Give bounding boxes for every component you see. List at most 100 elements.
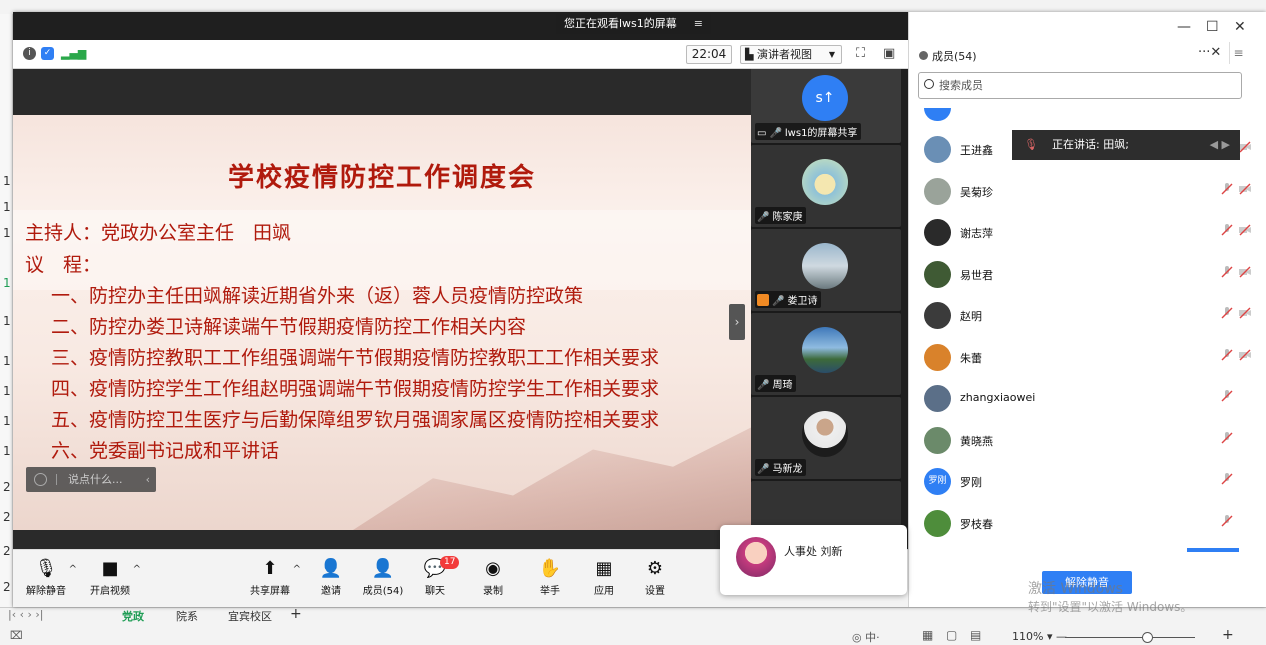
status-bar: ⌧ ◎ 中· ▦ ▢ ▤	[0, 627, 1266, 645]
sheet-tab[interactable]: 院系	[176, 608, 198, 624]
member-row[interactable]: 朱蕾	[924, 338, 1251, 376]
mic-icon: 🎤	[757, 464, 770, 475]
view-layout-icon[interactable]: ▢	[946, 628, 957, 642]
camera-off-icon[interactable]	[1238, 265, 1252, 279]
row-number: 1	[3, 314, 11, 328]
meeting-window: i ✓ ▂▄▆ 22:04 ▙ 演讲者视图 ▼ ⛶ ▣ 学校疫情防控工作调度会 …	[13, 12, 1266, 607]
video-tile[interactable]: 🎤 陈家庚	[751, 145, 901, 227]
video-tile[interactable]: s↑ ▭ 🎤 lws1的屏幕共享	[751, 69, 901, 143]
member-row[interactable]: 罗枝春	[924, 504, 1244, 542]
avatar	[924, 177, 951, 205]
chevron-left-icon[interactable]: ‹	[146, 467, 150, 492]
chevron-up-icon[interactable]: ^	[133, 564, 141, 575]
tile-name: 🎤 马新龙	[755, 459, 807, 476]
video-tile[interactable]: 🎤 周琦	[751, 313, 901, 395]
chevron-up-icon[interactable]: ^	[69, 564, 77, 575]
maximize-icon[interactable]: ☐	[1206, 19, 1219, 35]
zoom-level[interactable]: 110% ▾ —	[1012, 630, 1067, 643]
camera-off-icon[interactable]	[1238, 348, 1252, 362]
member-row[interactable]: 罗刚 罗刚	[924, 462, 1244, 500]
info-icon[interactable]: i	[23, 47, 36, 60]
menu-icon[interactable]: ≡	[694, 14, 703, 34]
panel-scroll-indicator[interactable]	[1187, 548, 1239, 552]
video-tiles: s↑ ▭ 🎤 lws1的屏幕共享 🎤 陈家庚 🎤 娄卫诗 🎤 周琦 🎤 马新龙	[751, 69, 901, 549]
chat-placeholder: 说点什么...	[68, 473, 123, 486]
raise-hand-button[interactable]: ✋ 举手	[525, 556, 575, 597]
add-sheet-icon[interactable]: +	[290, 606, 302, 622]
close-icon[interactable]: ✕	[1234, 19, 1246, 35]
chat-badge: 17	[440, 556, 460, 569]
mic-off-icon[interactable]	[1220, 348, 1234, 362]
share-area-top	[13, 69, 751, 115]
avatar	[802, 411, 848, 457]
view-pagebreak-icon[interactable]: ▤	[970, 628, 981, 642]
video-button[interactable]: ■ 开启视频 ^	[85, 556, 141, 597]
zoom-in-icon[interactable]: +	[1222, 627, 1234, 643]
settings-button[interactable]: ⚙ 设置	[630, 556, 680, 597]
input-method-icon[interactable]: ◎ 中·	[852, 629, 880, 645]
camera-off-icon[interactable]	[1238, 182, 1252, 196]
chevron-up-icon[interactable]: ^	[293, 564, 301, 575]
mic-off-icon[interactable]	[1220, 306, 1234, 320]
camera-off-icon[interactable]	[1238, 306, 1252, 320]
camera-off-icon[interactable]	[1238, 223, 1252, 237]
video-tile[interactable]: 🎤 马新龙	[751, 397, 901, 479]
minimize-icon[interactable]: —	[1177, 19, 1191, 35]
video-tile[interactable]: 🎤 娄卫诗	[751, 229, 901, 311]
member-row[interactable]: 黄晓燕	[924, 421, 1244, 459]
mic-off-icon[interactable]	[1220, 472, 1234, 486]
member-row[interactable]: 易世君	[924, 255, 1251, 293]
row-number: 1	[3, 414, 11, 428]
chat-quick-input[interactable]: 说点什么... ‹	[26, 467, 156, 492]
view-mode-select[interactable]: ▙ 演讲者视图 ▼	[740, 45, 842, 64]
member-row[interactable]: 赵明	[924, 296, 1251, 334]
sheet-tab[interactable]: 宜宾校区	[228, 608, 272, 624]
mic-off-icon[interactable]	[1220, 389, 1234, 403]
macro-icon[interactable]: ⌧	[10, 629, 23, 642]
sheet-nav-icon[interactable]: |‹ ‹ › ›|	[8, 608, 44, 621]
mic-off-icon[interactable]	[1220, 514, 1234, 528]
emoji-icon[interactable]	[34, 473, 47, 486]
record-button[interactable]: ◉ 录制	[468, 556, 518, 597]
active-speaker-popup[interactable]: 人事处 刘新	[720, 525, 907, 595]
member-row[interactable]: 谢志萍	[924, 213, 1251, 251]
members-button[interactable]: 👤 成员(54)	[358, 556, 408, 597]
arrows-icon[interactable]: ◀ ▶	[1210, 130, 1230, 160]
mic-icon: 🎤	[757, 212, 770, 223]
mic-icon: 🎤	[769, 128, 782, 139]
invite-button[interactable]: 👤 邀请	[306, 556, 356, 597]
member-search-input[interactable]: 搜索成员	[918, 72, 1242, 99]
zoom-slider-knob[interactable]	[1142, 632, 1153, 643]
mic-off-icon[interactable]	[1220, 223, 1234, 237]
tile-name: 🎤 周琦	[755, 375, 797, 392]
meeting-timer: 22:04	[686, 45, 732, 64]
signal-icon[interactable]: ▂▄▆	[61, 47, 86, 60]
video-off-icon: ■	[101, 558, 119, 579]
share-banner[interactable]: 您正在观看lws1的屏幕 ≡	[556, 14, 711, 34]
unmute-button[interactable]: 🎙 解除静音 ^	[21, 556, 77, 597]
sheet-tab[interactable]: 党政	[122, 608, 144, 624]
user-icon	[919, 51, 928, 60]
zoom-slider[interactable]	[1065, 637, 1195, 638]
camera-off-icon[interactable]	[1238, 140, 1252, 154]
panel-menu-icon[interactable]: ≡	[1229, 42, 1247, 64]
panel-more-icon[interactable]: ···✕	[1198, 45, 1221, 60]
view-normal-icon[interactable]: ▦	[922, 628, 933, 642]
collapse-tiles-button[interactable]: ›	[729, 304, 745, 340]
mic-off-icon[interactable]	[1220, 265, 1234, 279]
shield-icon[interactable]: ✓	[41, 47, 54, 60]
share-screen-button[interactable]: ⬆ 共享屏幕 ^	[245, 556, 301, 597]
mic-icon: 🎤	[757, 380, 770, 391]
fullscreen-icon[interactable]: ⛶	[856, 46, 865, 61]
chat-button[interactable]: 💬 17 聊天	[410, 556, 460, 597]
sidebar-toggle-icon[interactable]: ▣	[883, 46, 895, 61]
row-number: 1	[3, 276, 11, 290]
mic-off-icon[interactable]	[1220, 182, 1234, 196]
member-row[interactable]: zhangxiaowei	[924, 379, 1244, 417]
background-row-headers: 1 1 1 1 1 1 1 1 1 2 2 2 2	[0, 14, 13, 614]
member-row[interactable]: 吴菊珍	[924, 172, 1251, 210]
share-screen-icon: ⬆	[262, 558, 278, 579]
apps-button[interactable]: ▦ 应用	[579, 556, 629, 597]
member-name: 罗枝春	[960, 517, 993, 531]
mic-off-icon[interactable]	[1220, 431, 1234, 445]
